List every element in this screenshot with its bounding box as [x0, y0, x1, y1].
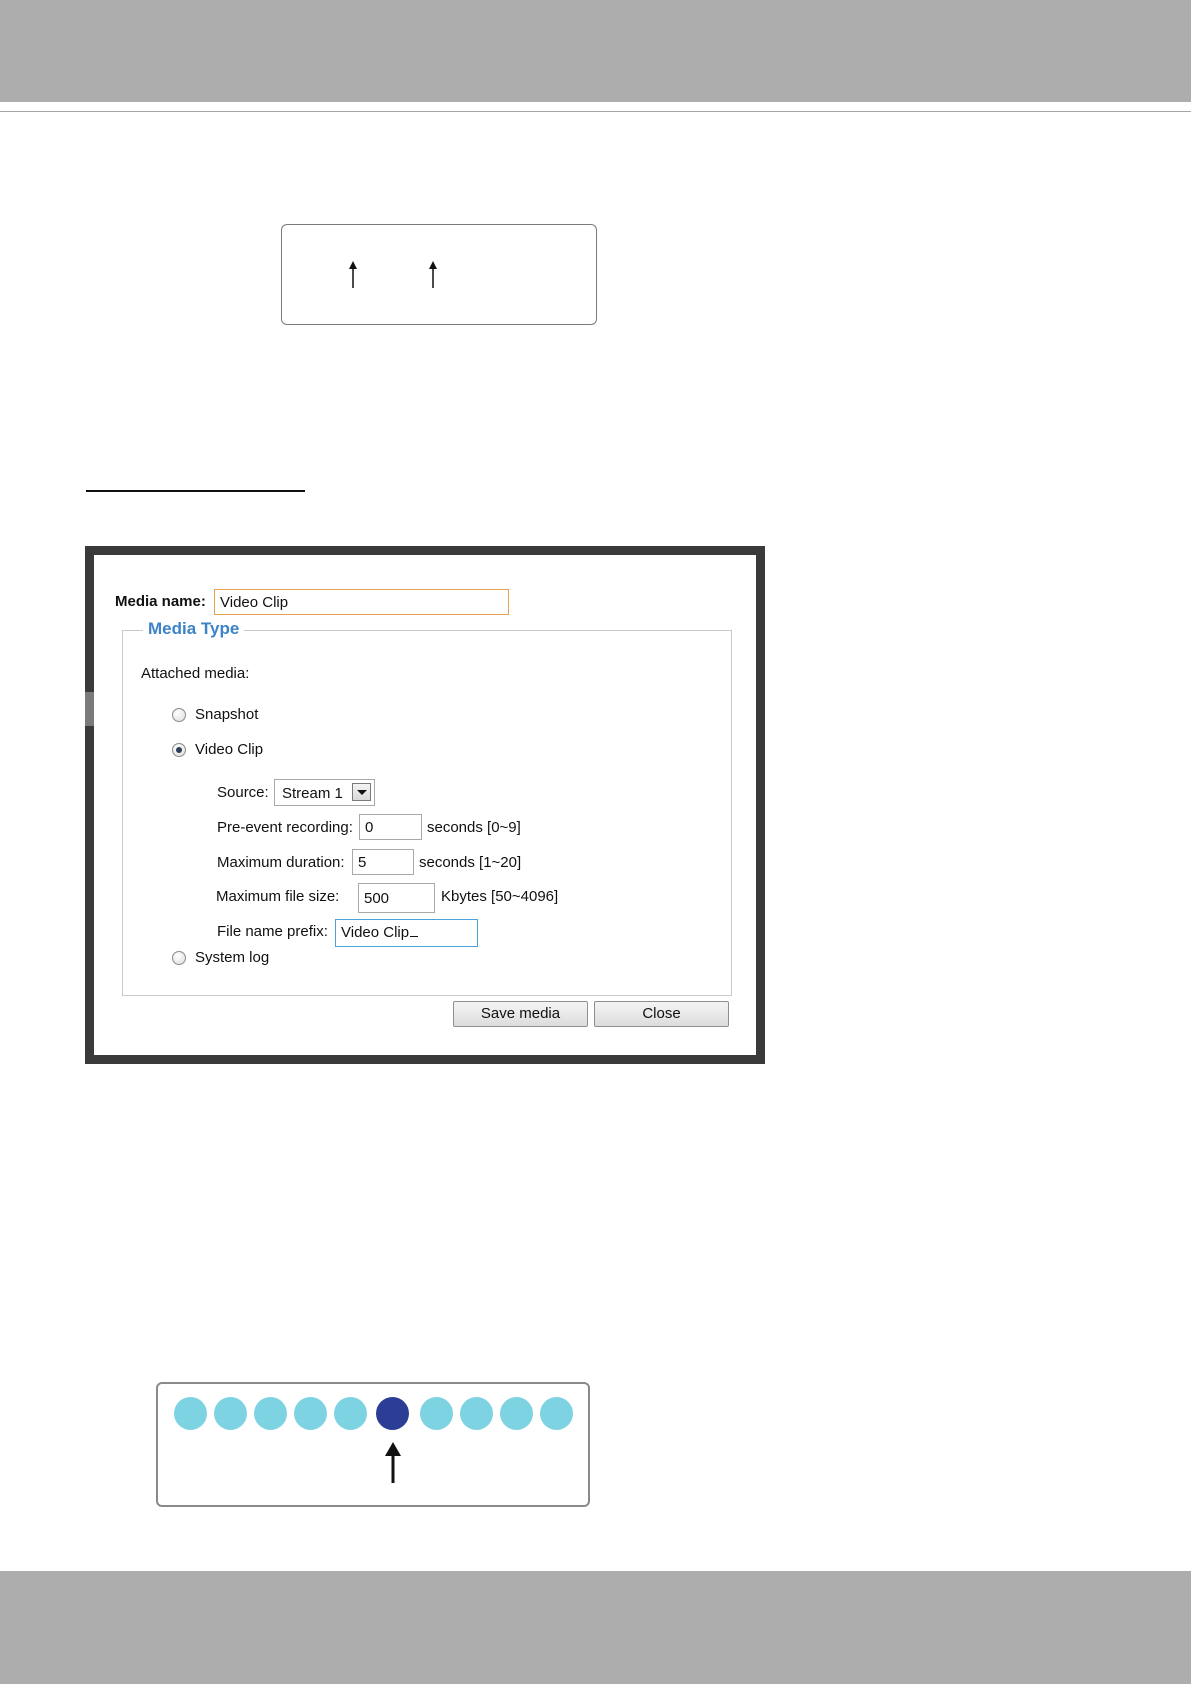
- max-file-size-input[interactable]: 500: [358, 883, 435, 913]
- media-name-value: Video Clip: [220, 594, 289, 611]
- dot: [460, 1397, 493, 1430]
- footer-band: [0, 1571, 1191, 1684]
- timeline-diagram-box: [281, 224, 597, 325]
- arrow-up-icon: [429, 261, 437, 288]
- file-prefix-input[interactable]: Video Clip: [335, 919, 478, 947]
- header-band: [0, 0, 1191, 102]
- source-label: Source:: [217, 784, 269, 801]
- text-caret: [410, 936, 419, 937]
- dot: [214, 1397, 247, 1430]
- source-select-value: Stream 1: [282, 785, 343, 802]
- dot: [294, 1397, 327, 1430]
- video-clip-label[interactable]: Video Clip: [195, 741, 263, 758]
- file-prefix-value: Video Clip: [341, 924, 410, 941]
- dot: [500, 1397, 533, 1430]
- source-select[interactable]: Stream 1: [274, 779, 375, 806]
- system-log-label[interactable]: System log: [195, 949, 269, 966]
- save-media-button[interactable]: Save media: [453, 1001, 588, 1027]
- dots-diagram-box: [156, 1382, 590, 1507]
- media-type-legend: Media Type: [143, 619, 245, 639]
- file-prefix-label: File name prefix:: [217, 923, 328, 940]
- max-duration-value: 5: [358, 854, 367, 871]
- media-dialog: Media name: Video Clip Media Type Attach…: [94, 555, 756, 1055]
- arrow-up-icon: [349, 261, 357, 288]
- system-log-radio[interactable]: [172, 951, 186, 965]
- dot: [420, 1397, 453, 1430]
- pre-event-label: Pre-event recording:: [217, 819, 353, 836]
- dot: [334, 1397, 367, 1430]
- media-name-input[interactable]: Video Clip: [214, 589, 509, 615]
- snapshot-label[interactable]: Snapshot: [195, 706, 258, 723]
- max-file-size-label: Maximum file size:: [216, 888, 340, 905]
- media-name-label: Media name:: [115, 593, 206, 610]
- video-clip-radio[interactable]: [172, 743, 186, 757]
- section-heading-underline: [86, 490, 305, 492]
- max-duration-label: Maximum duration:: [217, 854, 345, 871]
- arrow-up-icon: [385, 1442, 401, 1483]
- dot-active: [376, 1397, 409, 1430]
- max-file-size-unit: Kbytes [50~4096]: [441, 888, 559, 905]
- media-dialog-frame: Media name: Video Clip Media Type Attach…: [85, 546, 765, 1064]
- dot: [540, 1397, 573, 1430]
- max-duration-unit: seconds [1~20]: [419, 854, 522, 871]
- max-file-size-value: 500: [364, 890, 390, 907]
- dot: [174, 1397, 207, 1430]
- chevron-down-icon[interactable]: [352, 783, 371, 801]
- snapshot-radio[interactable]: [172, 708, 186, 722]
- pre-event-value: 0: [365, 819, 374, 836]
- attached-media-label: Attached media:: [141, 665, 250, 682]
- close-button[interactable]: Close: [594, 1001, 729, 1027]
- pre-event-unit: seconds [0~9]: [427, 819, 521, 836]
- header-rule: [0, 111, 1191, 112]
- frame-edge-mark: [85, 692, 94, 726]
- dot: [254, 1397, 287, 1430]
- max-duration-input[interactable]: 5: [352, 849, 414, 875]
- pre-event-input[interactable]: 0: [359, 814, 422, 840]
